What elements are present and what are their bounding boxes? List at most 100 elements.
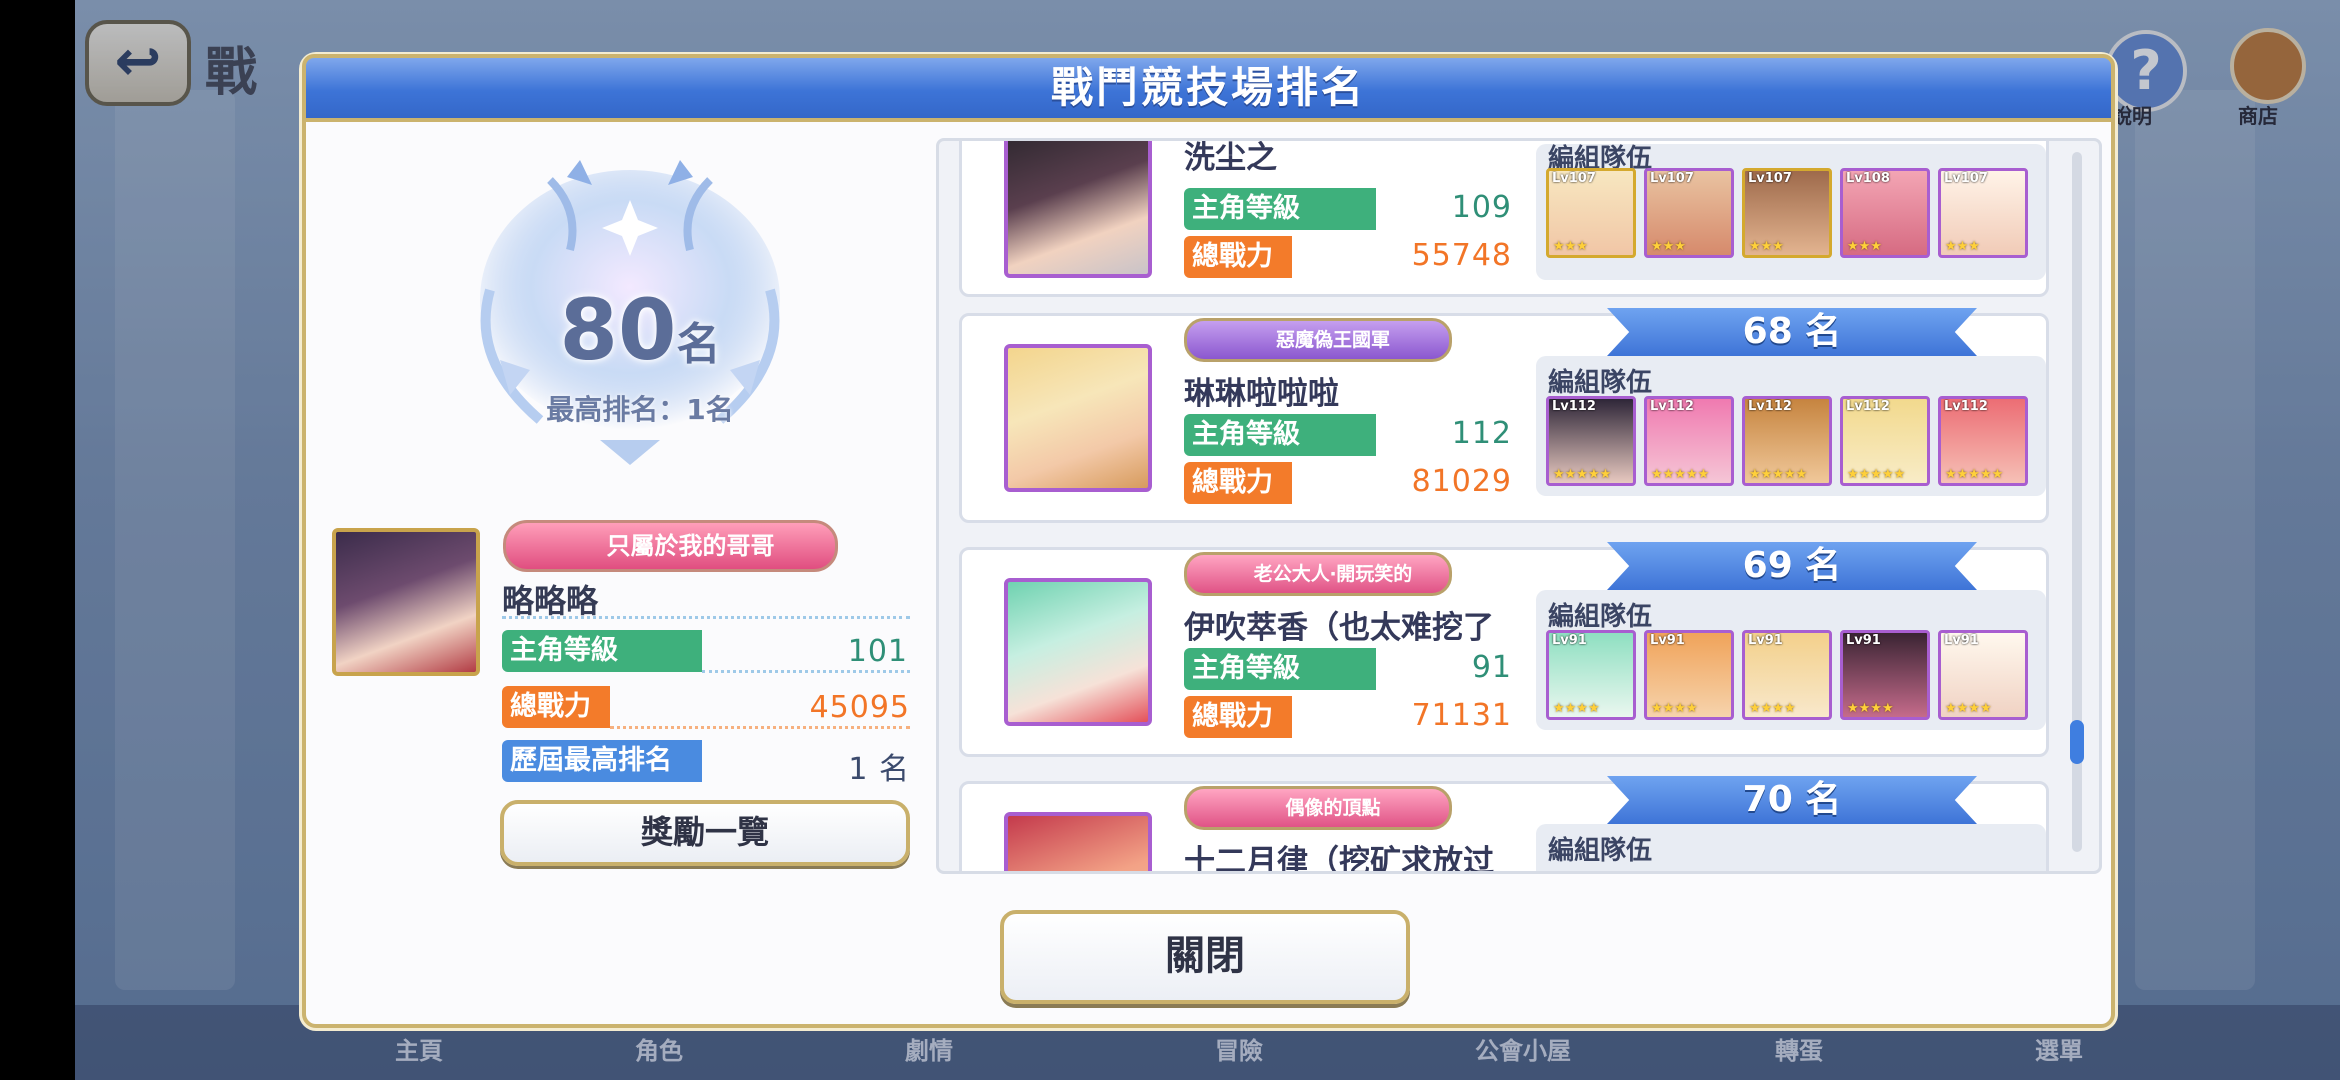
unit-icon[interactable]: Lv91 ★★★★ (1938, 630, 2028, 720)
ranking-list[interactable]: 洗尘之 主角等級 109 總戰力 55748 編組隊伍 Lv107 ★★★ Lv1… (936, 138, 2102, 874)
opponent-rank-ribbon: 70 名 (1607, 776, 1977, 824)
opponent-avatar[interactable] (1004, 578, 1152, 726)
unit-icon[interactable]: Lv108 ★★★ (1840, 168, 1930, 258)
list-item[interactable]: 洗尘之 主角等級 109 總戰力 55748 編組隊伍 Lv107 ★★★ Lv1… (959, 140, 2049, 297)
opponent-title-badge: 偶像的頂點 (1184, 786, 1452, 830)
opponent-name: 伊吹萃香（也太难挖了 (1184, 610, 1494, 646)
star-icon: ★★★ (1553, 239, 1588, 254)
unit-icon[interactable]: Lv107 ★★★ (1938, 168, 2028, 258)
team-label: 編組隊伍 (1548, 836, 1653, 866)
star-icon: ★★★ (1651, 239, 1686, 254)
star-icon: ★★★ (1847, 239, 1882, 254)
opponent-power-label: 總戰力 (1184, 236, 1292, 278)
close-button[interactable]: 關閉 (1000, 910, 1410, 1004)
unit-level: Lv91 (1552, 633, 1587, 648)
player-title-badge: 只屬於我的哥哥 (503, 520, 838, 572)
opponent-avatar[interactable] (1004, 812, 1152, 871)
star-icon: ★★★★ (1651, 701, 1698, 716)
history-rank-value: 1 名 (848, 752, 910, 787)
star-icon: ★★★ (1945, 239, 1980, 254)
opponent-level-value: 109 (1451, 190, 1512, 225)
best-rank-text: 最高排名：1名 (546, 393, 734, 426)
player-level-value: 101 (847, 634, 908, 669)
opponent-name: 琳琳啦啦啦 (1184, 376, 1339, 412)
opponent-power-label: 總戰力 (1184, 696, 1292, 738)
unit-icon[interactable]: Lv112 ★★★★★ (1644, 396, 1734, 486)
star-icon: ★★★★ (1945, 701, 1992, 716)
reward-list-button[interactable]: 獎勵一覽 (500, 800, 910, 866)
unit-level: Lv107 (1650, 171, 1694, 186)
unit-icon[interactable]: Lv112 ★★★★★ (1546, 396, 1636, 486)
opponent-level-label: 主角等級 (1184, 188, 1376, 230)
scrollbar-thumb[interactable] (2070, 720, 2084, 764)
list-item[interactable]: 68 名 惡魔偽王國軍 (DIABOLUS) 琳琳啦啦啦 主角等級 112 總戰… (959, 308, 2049, 523)
star-icon: ★★★★★ (1945, 467, 2004, 482)
star-icon: ★★★★★ (1749, 467, 1808, 482)
unit-level: Lv112 (1944, 399, 1988, 414)
unit-level: Lv112 (1650, 399, 1694, 414)
team-label: 編組隊伍 (1548, 602, 1653, 632)
unit-icon[interactable]: Lv107 ★★★ (1742, 168, 1832, 258)
opponent-level-label: 主角等級 (1184, 414, 1376, 456)
unit-icon[interactable]: Lv107 ★★★ (1546, 168, 1636, 258)
rank-number: 80 (559, 281, 677, 379)
opponent-rank-ribbon: 68 名 (1607, 308, 1977, 356)
opponent-power-value: 81029 (1411, 464, 1512, 499)
rank-suffix: 名 (676, 319, 721, 370)
opponent-power-value: 55748 (1411, 238, 1512, 273)
dialog-title: 戰鬥競技場排名 (302, 54, 2115, 122)
star-icon: ★★★★★ (1553, 467, 1612, 482)
team-panel: 編組隊伍 Lv112 ★★★★★ Lv112 ★★★★★ Lv112 ★★★★★ Lv… (1536, 356, 2046, 496)
opponent-name: 十二月律（挖矿求放过 (1184, 844, 1494, 874)
opponent-level-value: 91 (1471, 650, 1512, 685)
unit-level: Lv112 (1552, 399, 1596, 414)
unit-icon[interactable]: Lv91 ★★★★ (1644, 630, 1734, 720)
opponent-title-badge: 惡魔偽王國軍 (DIABOLUS) (1184, 318, 1452, 389)
star-icon: ★★★★ (1553, 701, 1600, 716)
unit-icon[interactable]: Lv91 ★★★★ (1840, 630, 1930, 720)
current-rank: 80名 (535, 280, 745, 395)
unit-level: Lv91 (1748, 633, 1783, 648)
star-icon: ★★★ (1749, 239, 1784, 254)
opponent-power-value: 71131 (1411, 698, 1512, 733)
opponent-title-badge: 老公大人‧開玩笑的 (1184, 552, 1452, 596)
star-icon: ★★★★★ (1651, 467, 1710, 482)
unit-level: Lv108 (1846, 171, 1890, 186)
opponent-power-label: 總戰力 (1184, 462, 1292, 504)
unit-level: Lv91 (1944, 633, 1979, 648)
unit-icon[interactable]: Lv107 ★★★ (1644, 168, 1734, 258)
unit-level: Lv112 (1846, 399, 1890, 414)
opponent-name: 洗尘之 (1184, 140, 1277, 176)
divider (702, 670, 910, 673)
unit-icon[interactable]: Lv91 ★★★★ (1742, 630, 1832, 720)
team-panel: 編組隊伍 Lv107 ★★★ Lv107 ★★★ Lv107 ★★★ Lv108 ★★★… (1536, 144, 2046, 280)
team-label: 編組隊伍 (1548, 368, 1653, 398)
list-item[interactable]: 69 名 老公大人‧開玩笑的 伊吹萃香（也太难挖了 主角等級 91 總戰力 71… (959, 542, 2049, 757)
player-power-value: 45095 (809, 690, 910, 725)
team-panel: 編組隊伍 Lv91 ★★★★ Lv91 ★★★★ Lv91 ★★★★ Lv91 ★★★★… (1536, 590, 2046, 730)
unit-icon[interactable]: Lv91 ★★★★ (1546, 630, 1636, 720)
opponent-rank-ribbon: 69 名 (1607, 542, 1977, 590)
list-item[interactable]: 70 名 偶像的頂點 十二月律（挖矿求放过 編組隊伍 (959, 776, 2049, 874)
star-icon: ★★★★ (1749, 701, 1796, 716)
divider (610, 726, 910, 729)
unit-level: Lv91 (1846, 633, 1881, 648)
unit-level: Lv91 (1650, 633, 1685, 648)
opponent-avatar[interactable] (1004, 344, 1152, 492)
unit-level: Lv107 (1552, 171, 1596, 186)
player-power-label: 總戰力 (502, 686, 610, 728)
opponent-level-value: 112 (1451, 416, 1512, 451)
opponent-avatar[interactable] (1004, 141, 1152, 278)
unit-level: Lv107 (1748, 171, 1792, 186)
unit-level: Lv107 (1944, 171, 1988, 186)
history-rank-label: 歷屆最高排名 (502, 740, 702, 782)
opponent-level-label: 主角等級 (1184, 648, 1376, 690)
unit-icon[interactable]: Lv112 ★★★★★ (1840, 396, 1930, 486)
player-level-label: 主角等級 (502, 630, 702, 672)
star-icon: ★★★★ (1847, 701, 1894, 716)
divider (502, 616, 910, 619)
unit-icon[interactable]: Lv112 ★★★★★ (1938, 396, 2028, 486)
unit-level: Lv112 (1748, 399, 1792, 414)
unit-icon[interactable]: Lv112 ★★★★★ (1742, 396, 1832, 486)
player-avatar[interactable] (332, 528, 480, 676)
